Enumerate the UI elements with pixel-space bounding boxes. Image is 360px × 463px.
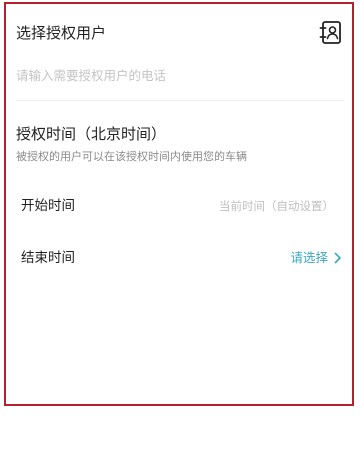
highlight-frame <box>4 2 354 406</box>
authorize-user-page: 选择授权用户 授权时间（北京时间） 被授权的用户可以在该授权时间内使用您的车辆 … <box>0 0 360 463</box>
